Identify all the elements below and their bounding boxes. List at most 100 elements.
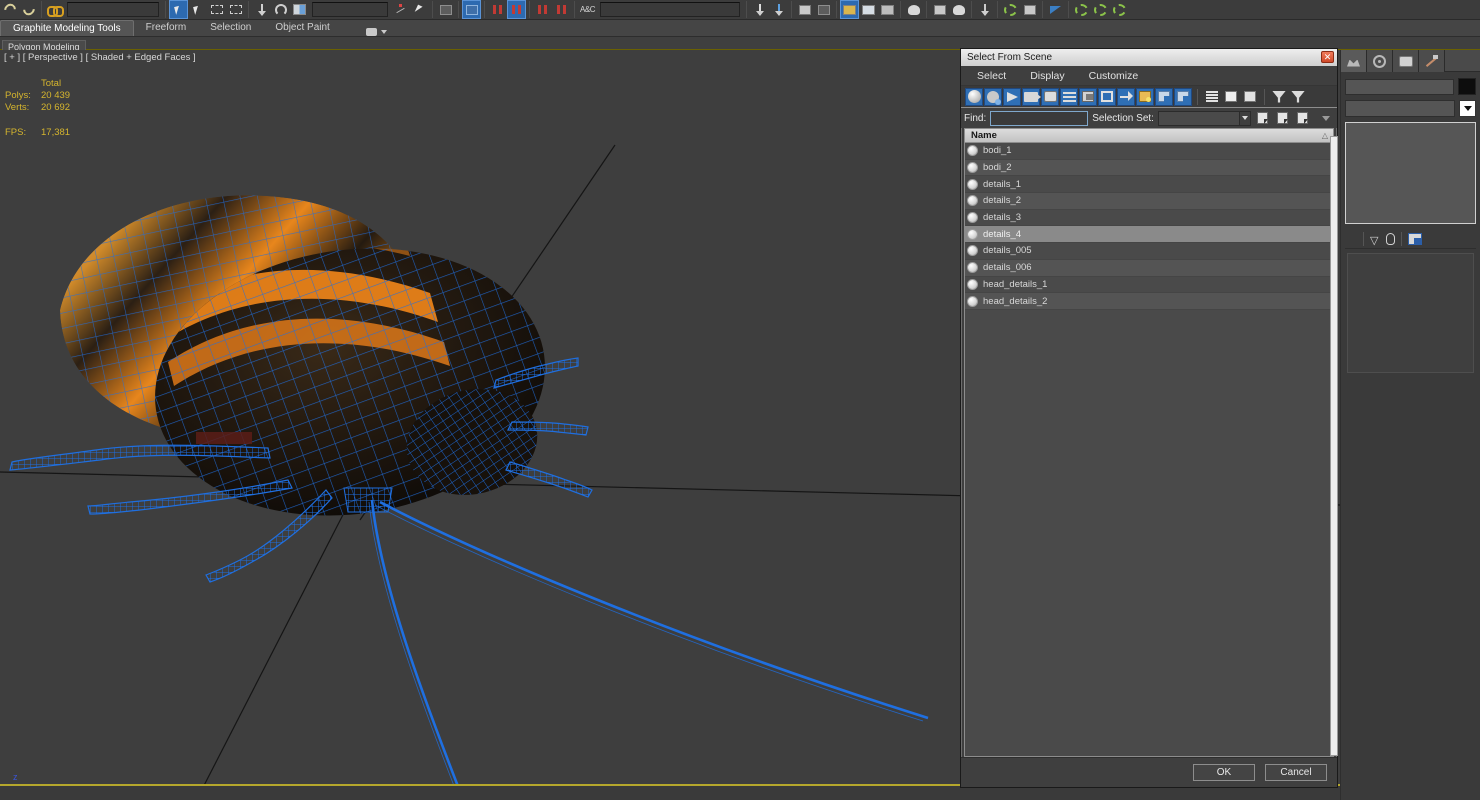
more-options-icon[interactable] bbox=[1322, 115, 1334, 121]
graphite-toggle-icon[interactable] bbox=[533, 0, 552, 19]
scene-explorer-icon[interactable] bbox=[814, 0, 833, 19]
display-space-warps-icon[interactable] bbox=[1060, 87, 1078, 106]
dialog-scrollbar[interactable] bbox=[1330, 136, 1338, 756]
display-external-references-icon[interactable] bbox=[1098, 87, 1116, 106]
angle-snap-icon[interactable] bbox=[410, 0, 429, 19]
select-and-scale-icon[interactable] bbox=[290, 0, 309, 19]
window-crossing-icon[interactable] bbox=[226, 0, 245, 19]
search-input[interactable] bbox=[990, 110, 1089, 126]
redo-icon[interactable] bbox=[19, 0, 38, 19]
list-item[interactable]: details_1 bbox=[965, 176, 1333, 194]
rendered-frame-window-icon[interactable] bbox=[878, 0, 897, 19]
list-item[interactable]: head_details_1 bbox=[965, 276, 1333, 294]
align-tool-icon[interactable] bbox=[769, 0, 788, 19]
display-hidden-objects-icon[interactable] bbox=[1155, 87, 1173, 106]
populate-icon[interactable] bbox=[1046, 0, 1065, 19]
select-link-icon[interactable] bbox=[45, 0, 64, 19]
ok-button[interactable]: OK bbox=[1193, 764, 1255, 781]
select-none-icon[interactable] bbox=[1274, 110, 1291, 126]
menu-display[interactable]: Display bbox=[1030, 70, 1064, 82]
display-children-icon[interactable] bbox=[1174, 87, 1192, 106]
display-geometry-icon[interactable] bbox=[965, 87, 983, 106]
display-groups-icon[interactable] bbox=[1079, 87, 1097, 106]
display-lights-icon[interactable] bbox=[1003, 87, 1021, 106]
pin-stack-icon[interactable] bbox=[1370, 234, 1380, 247]
create-tab[interactable] bbox=[1341, 50, 1367, 72]
list-item[interactable]: bodi_2 bbox=[965, 159, 1333, 177]
display-shapes-icon[interactable] bbox=[984, 87, 1002, 106]
ribbon-options-dropdown[interactable] bbox=[365, 28, 387, 36]
show-end-result-icon[interactable] bbox=[1386, 232, 1395, 245]
named-selection-set-field[interactable] bbox=[600, 2, 740, 17]
modifier-stack-list[interactable] bbox=[1345, 122, 1476, 224]
curve-editor-icon[interactable] bbox=[552, 0, 571, 19]
reference-coordinate-system-field[interactable] bbox=[312, 2, 388, 17]
select-by-name-icon[interactable] bbox=[188, 0, 207, 19]
display-frozen-objects-icon[interactable] bbox=[1136, 87, 1154, 106]
layer-explorer-icon[interactable] bbox=[795, 0, 814, 19]
modifier-list-combo[interactable] bbox=[1345, 100, 1455, 117]
display-helpers-icon[interactable] bbox=[1041, 87, 1059, 106]
render-activeshade-icon[interactable] bbox=[949, 0, 968, 19]
filter-funnel-icon[interactable] bbox=[1270, 87, 1288, 106]
undo-icon[interactable] bbox=[0, 0, 19, 19]
cancel-button[interactable]: Cancel bbox=[1265, 764, 1327, 781]
project-folder-icon[interactable] bbox=[1001, 0, 1020, 19]
mirror-tool-icon[interactable] bbox=[750, 0, 769, 19]
abc-text-icon[interactable]: A&C bbox=[578, 0, 597, 19]
ribbon-tab-graphite-modeling-tools[interactable]: Graphite Modeling Tools bbox=[0, 20, 134, 36]
select-subtree-icon[interactable] bbox=[1241, 87, 1259, 106]
select-all-icon[interactable] bbox=[1254, 110, 1271, 126]
render-cloud-icon[interactable] bbox=[1020, 0, 1039, 19]
render-iterative-icon[interactable] bbox=[930, 0, 949, 19]
select-and-rotate-icon[interactable] bbox=[271, 0, 290, 19]
autodesk-a360-icon[interactable] bbox=[1072, 0, 1091, 19]
selection-set-combo[interactable] bbox=[1157, 110, 1251, 126]
hierarchy-tab[interactable] bbox=[1367, 50, 1393, 72]
material-editor-icon[interactable] bbox=[840, 0, 859, 19]
list-column-header[interactable]: Name △ bbox=[965, 129, 1333, 143]
list-types-icon[interactable] bbox=[1203, 87, 1221, 106]
select-invert-icon[interactable] bbox=[1294, 110, 1311, 126]
select-object-icon[interactable] bbox=[169, 0, 188, 19]
percent-snap-icon[interactable] bbox=[436, 0, 455, 19]
list-item[interactable]: details_006 bbox=[965, 259, 1333, 277]
list-item[interactable]: details_005 bbox=[965, 243, 1333, 260]
menu-customize[interactable]: Customize bbox=[1089, 70, 1139, 82]
menu-select[interactable]: Select bbox=[977, 70, 1006, 82]
ribbon-tab-freeform[interactable]: Freeform bbox=[134, 20, 199, 36]
list-item-selected[interactable]: details_4 bbox=[965, 226, 1333, 244]
list-item[interactable]: bodi_1 bbox=[965, 143, 1333, 160]
autodesk-share-icon[interactable] bbox=[1091, 0, 1110, 19]
object-name-input[interactable] bbox=[1345, 78, 1454, 95]
expand-all-icon[interactable] bbox=[1222, 87, 1240, 106]
configure-modifier-sets-icon[interactable] bbox=[1408, 232, 1422, 245]
display-bone-objects-icon[interactable] bbox=[1117, 87, 1135, 106]
autodesk-help-icon[interactable] bbox=[1110, 0, 1129, 19]
filter-settings-icon[interactable] bbox=[1289, 87, 1307, 106]
layer-manager-icon[interactable] bbox=[507, 0, 526, 19]
render-production-icon[interactable] bbox=[904, 0, 923, 19]
utilities-tab[interactable] bbox=[1419, 50, 1445, 72]
mirror-icon[interactable] bbox=[462, 0, 481, 19]
dialog-titlebar[interactable]: Select From Scene ✕ bbox=[961, 49, 1337, 66]
close-icon[interactable]: ✕ bbox=[1321, 51, 1334, 63]
rectangular-selection-region-icon[interactable] bbox=[207, 0, 226, 19]
display-cameras-icon[interactable] bbox=[1022, 87, 1041, 106]
scene-converter-icon[interactable] bbox=[975, 0, 994, 19]
snaps-toggle-icon[interactable] bbox=[391, 0, 410, 19]
list-item[interactable]: details_3 bbox=[965, 209, 1333, 227]
chevron-down-icon[interactable] bbox=[1238, 111, 1250, 125]
list-item[interactable]: details_2 bbox=[965, 193, 1333, 210]
object-color-swatch[interactable] bbox=[1458, 78, 1476, 95]
render-setup-icon[interactable] bbox=[859, 0, 878, 19]
name-field[interactable] bbox=[67, 2, 159, 17]
display-tab[interactable] bbox=[1393, 50, 1419, 72]
ribbon-tab-object-paint[interactable]: Object Paint bbox=[263, 20, 341, 36]
select-from-scene-dialog[interactable]: Select From Scene ✕ Select Display Custo… bbox=[960, 48, 1338, 788]
align-icon[interactable] bbox=[488, 0, 507, 19]
modifier-list-dropdown[interactable] bbox=[1459, 100, 1476, 117]
select-and-move-icon[interactable] bbox=[252, 0, 271, 19]
scene-object-list[interactable]: Name △ bodi_1 bodi_2 details_1 details_2 bbox=[964, 128, 1334, 757]
list-item[interactable]: head_details_2 bbox=[965, 293, 1333, 310]
